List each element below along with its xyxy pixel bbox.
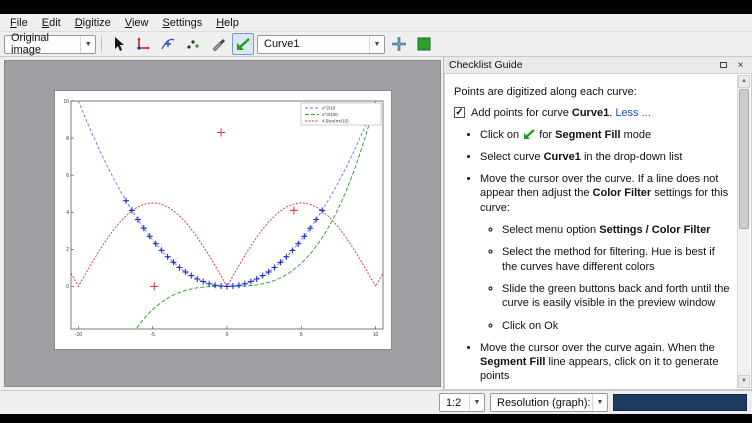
curve-selector-value: Curve1 xyxy=(264,38,299,50)
close-icon: × xyxy=(738,60,744,71)
zoom-combo[interactable]: 1:2 ▼ xyxy=(439,393,485,412)
step-move-cursor-text: Move the cursor over the curve. If a lin… xyxy=(480,173,728,214)
color-filter-swatch-button[interactable] xyxy=(413,33,435,55)
segment-fill-inline-icon xyxy=(522,128,536,140)
add-points-checkbox[interactable]: ✓ xyxy=(454,107,465,118)
checklist-substeps: Select menu option Settings / Color Filt… xyxy=(480,223,731,333)
app-window: File Edit Digitize View Settings Help Or… xyxy=(0,14,752,414)
menu-view[interactable]: View xyxy=(118,16,156,30)
svg-text:0: 0 xyxy=(226,332,229,338)
main-toolbar: Original image ▼ xyxy=(0,32,752,57)
svg-text:10: 10 xyxy=(373,332,379,338)
status-bar: 1:2 ▼ Resolution (graph): ▼ xyxy=(0,390,752,414)
chevron-down-icon: ▼ xyxy=(80,36,95,53)
status-view-value: Resolution (graph): xyxy=(497,397,591,409)
menu-edit[interactable]: Edit xyxy=(35,16,68,30)
point-match-tool-button[interactable] xyxy=(182,33,204,55)
curve-point-icon xyxy=(160,36,176,52)
substep-click-ok: Click on Ok xyxy=(502,319,731,333)
step-generate-points: Move the cursor over the curve again. Wh… xyxy=(480,341,731,384)
menu-settings[interactable]: Settings xyxy=(155,16,209,30)
svg-text:x^3/100: x^3/100 xyxy=(322,112,338,117)
canvas-wrap: 0 2 4 6 8 10 -10 -5 0 5 10 x^2/10x^3/100 4.5sin(πx/1… xyxy=(0,57,443,390)
graph-canvas[interactable]: 0 2 4 6 8 10 -10 -5 0 5 10 x^2/10x^3/100 4.5sin(πx/1… xyxy=(4,60,441,387)
scroll-down-button[interactable]: ▼ xyxy=(738,375,750,388)
substep-slide-buttons: Slide the green buttons back and forth u… xyxy=(502,282,731,311)
checklist-guide-title: Checklist Guide xyxy=(449,59,523,71)
less-link[interactable]: Less ... xyxy=(615,107,650,119)
svg-text:4: 4 xyxy=(66,210,69,216)
green-swatch-icon xyxy=(417,37,431,51)
svg-text:6: 6 xyxy=(66,173,69,179)
checklist-guide-panel: Checklist Guide × Points are digitized a… xyxy=(443,57,752,390)
scrollbar-thumb[interactable] xyxy=(739,89,749,229)
status-view-combo[interactable]: Resolution (graph): ▼ xyxy=(490,393,608,412)
color-picker-icon xyxy=(210,36,226,52)
checklist-body: Points are digitized along each curve: ✓… xyxy=(444,74,752,390)
curve-point-tool-button[interactable] xyxy=(157,33,179,55)
crosshair-icon xyxy=(391,36,407,52)
checklist-scrollbar[interactable]: ▲ ▼ xyxy=(737,75,750,388)
svg-text:0: 0 xyxy=(66,284,69,290)
toolbar-separator xyxy=(101,35,102,53)
chevron-down-icon: ▼ xyxy=(469,394,484,411)
substep-settings-color-filter: Select menu option Settings / Color Filt… xyxy=(502,223,731,237)
svg-text:8: 8 xyxy=(66,136,69,142)
zoom-value: 1:2 xyxy=(446,397,461,409)
status-value-field[interactable] xyxy=(613,394,747,411)
svg-text:4.5sin(πx/10): 4.5sin(πx/10) xyxy=(322,119,349,124)
float-button[interactable] xyxy=(717,59,730,72)
segment-fill-tool-button[interactable] xyxy=(232,33,254,55)
graph-image[interactable]: 0 2 4 6 8 10 -10 -5 0 5 10 x^2/10x^3/100 4.5sin(πx/1… xyxy=(55,91,391,349)
svg-text:2: 2 xyxy=(66,247,69,253)
substep-filter-method: Select the method for filtering. Hue is … xyxy=(502,245,731,274)
step-segment-fill-mode: Click on for Segment Fill mode xyxy=(480,128,731,142)
chevron-down-icon: ▼ xyxy=(592,394,607,411)
curve-selector-combo[interactable]: Curve1 ▼ xyxy=(257,35,385,54)
menu-digitize[interactable]: Digitize xyxy=(68,16,118,30)
menu-bar: File Edit Digitize View Settings Help xyxy=(0,14,752,32)
point-match-icon xyxy=(185,36,201,52)
color-picker-tool-button[interactable] xyxy=(207,33,229,55)
select-tool-button[interactable] xyxy=(107,33,129,55)
checklist-intro: Points are digitized along each curve: xyxy=(454,85,731,99)
svg-text:5: 5 xyxy=(300,332,303,338)
menu-help[interactable]: Help xyxy=(209,16,246,30)
graph-paper[interactable]: 0 2 4 6 8 10 -10 -5 0 5 10 x^2/10x^3/100 4.5sin(πx/1… xyxy=(55,91,391,349)
checklist-item-add-points: ✓ Add points for curve Curve1. Less ... xyxy=(454,106,731,120)
crosshair-view-button[interactable] xyxy=(388,33,410,55)
chevron-down-icon: ▼ xyxy=(369,36,384,53)
float-icon xyxy=(720,62,727,68)
pointer-icon xyxy=(110,36,126,52)
svg-text:x^2/10: x^2/10 xyxy=(322,106,336,111)
svg-text:-10: -10 xyxy=(75,332,82,338)
checklist-guide-titlebar[interactable]: Checklist Guide × xyxy=(444,57,752,74)
step-move-cursor: Move the cursor over the curve. If a lin… xyxy=(480,172,731,333)
segment-fill-icon xyxy=(235,36,251,52)
close-button[interactable]: × xyxy=(734,59,747,72)
svg-text:-5: -5 xyxy=(150,332,155,338)
axis-point-icon xyxy=(135,36,151,52)
axis-point-tool-button[interactable] xyxy=(132,33,154,55)
add-points-label: Add points for curve Curve1. Less ... xyxy=(471,106,651,120)
menu-file[interactable]: File xyxy=(3,16,35,30)
checklist-steps: Click on for Segment Fill mode Select cu… xyxy=(454,128,731,384)
main-area: 0 2 4 6 8 10 -10 -5 0 5 10 x^2/10x^3/100 4.5sin(πx/1… xyxy=(0,57,752,390)
step-select-curve: Select curve Curve1 in the drop-down lis… xyxy=(480,150,731,164)
scroll-up-button[interactable]: ▲ xyxy=(738,75,750,88)
background-selector-combo[interactable]: Original image ▼ xyxy=(4,35,96,54)
svg-text:10: 10 xyxy=(63,99,69,105)
background-selector-value: Original image xyxy=(11,32,80,56)
